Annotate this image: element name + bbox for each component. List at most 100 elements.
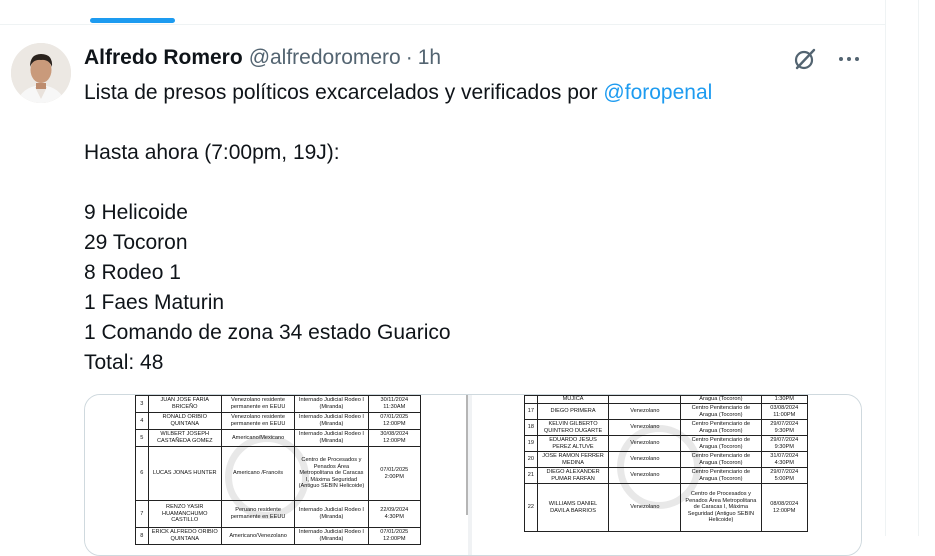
table-cell-nat: Americano/Venezolano: [220, 527, 296, 545]
tweet-text: Lista de presos políticos excarcelados y…: [84, 78, 874, 378]
table-cell-name: WILLIAMS DANIEL DAVILA BARRIOS: [536, 483, 610, 532]
table-cell-n: 19: [524, 435, 538, 452]
table-cell-nat: Venezolano: [608, 467, 682, 484]
table-row: 22 WILLIAMS DANIEL DAVILA BARRIOS Venezola…: [524, 483, 808, 532]
right-rail-divider: [918, 0, 919, 536]
active-tab-indicator: [90, 18, 175, 23]
top-tab-bar: [0, 0, 885, 25]
table-cell-nat: Venezolano: [608, 419, 682, 436]
table-row: 21 DIEGO ALEXANDER PUMAR FARFAN Venezolano…: [524, 467, 808, 484]
table-cell-name: JUAN JOSE FARIA BRICEÑO: [147, 395, 222, 413]
table-cell-date: 07/01/2025 2:00PM: [367, 446, 422, 501]
table-cell-nat: Americano /Francés: [220, 446, 296, 501]
mention-link[interactable]: @foropenal: [603, 81, 712, 104]
table-cell-place: Centro Penitenciario de Aragua (Tocoron): [680, 403, 762, 420]
table-cell-name: EDUARDO JESUS PEREZ ALTUVE: [536, 435, 610, 452]
table-row: 18 KELVIN GILBERTO QUINTERO DUGARTE Venezo…: [524, 419, 808, 436]
table-cell-date: 1:30PM: [760, 395, 808, 404]
table-cell-name: JOSE RAMON FERRER MEDINA: [536, 451, 610, 468]
table-cell-n: [524, 395, 538, 404]
column-divider: [885, 0, 886, 536]
tweet-line: [84, 168, 874, 198]
grok-button[interactable]: [790, 44, 820, 74]
table-cell-place: Internado Judicial Rodeo I (Miranda): [294, 500, 369, 528]
table-cell-n: 4: [135, 412, 149, 430]
media-image-left[interactable]: 3 JUAN JOSE FARIA BRICEÑO Venezolano resid…: [85, 395, 468, 555]
table-row: 4 RONALD ORIBIO QUINTANA Venezolano reside…: [135, 412, 422, 430]
table-cell-name: KELVIN GILBERTO QUINTERO DUGARTE: [536, 419, 610, 436]
table-cell-name: DIEGO PRIMERA: [536, 403, 610, 420]
document-table-right: MUJICA Aragua (Tocoron) 1:30PM 17 DIEGO PRIM…: [524, 395, 808, 532]
table-row: 7 RENZO YASIR HUAMANCHUMO CASTILLO Peruano…: [135, 500, 422, 528]
table-cell-date: 29/07/2024 5:00PM: [760, 467, 808, 484]
table-cell-nat: Americano/Mexicano: [220, 429, 296, 447]
more-icon: [839, 57, 859, 61]
table-cell-date: 30/11/2024 11:30AM: [367, 395, 422, 413]
table-cell-place: Centro de Procesados y Penados Área Metr…: [680, 483, 762, 532]
table-row: 19 EDUARDO JESUS PEREZ ALTUVE Venezolano Ce…: [524, 435, 808, 452]
author-name[interactable]: Alfredo Romero: [84, 46, 243, 70]
table-cell-name: LUCAS JONAS HUNTER: [147, 446, 222, 501]
table-cell-n: 22: [524, 483, 538, 532]
table-cell-nat: [608, 395, 682, 404]
table-row: 5 WILBERT JOSEPH CASTAÑEDA GOMEZ Americano…: [135, 429, 422, 447]
table-cell-nat: Venezolano residente permanente en EEUU: [220, 412, 296, 430]
table-cell-n: 3: [135, 395, 149, 413]
table-cell-nat: Venezolano: [608, 451, 682, 468]
table-cell-date: 08/08/2024 12:00PM: [760, 483, 808, 532]
table-cell-place: Internado Judicial Rodeo I (Miranda): [294, 395, 369, 413]
table-row: 17 DIEGO PRIMERA Venezolano Centro Penitenc…: [524, 403, 808, 420]
table-cell-place: Centro de Procesados y Penados Área Metr…: [294, 446, 369, 501]
table-cell-place: Internado Judicial Rodeo I (Miranda): [294, 527, 369, 545]
table-cell-name: RENZO YASIR HUAMANCHUMO CASTILLO: [147, 500, 222, 528]
author-handle[interactable]: @alfredoromero: [249, 46, 401, 70]
tweet-header: Alfredo Romero @alfredoromero · 1h: [84, 44, 441, 72]
tweet-line: Lista de presos políticos excarcelados y…: [84, 81, 713, 104]
table-cell-date: 29/07/2024 9:30PM: [760, 435, 808, 452]
table-cell-nat: Venezolano: [608, 435, 682, 452]
table-cell-n: 20: [524, 451, 538, 468]
table-cell-name: ERICK ALFREDO ORIBIO QUINTANA: [147, 527, 222, 545]
media-grid: 3 JUAN JOSE FARIA BRICEÑO Venezolano resid…: [84, 394, 862, 556]
table-cell-nat: Peruano residente permanente en EEUU: [220, 500, 296, 528]
more-button[interactable]: [834, 44, 864, 74]
table-cell-date: 31/07/2024 4:30PM: [760, 451, 808, 468]
tweet-line: Total: 48: [84, 351, 164, 374]
table-cell-n: 5: [135, 429, 149, 447]
table-cell-nat: Venezolano residente permanente en EEUU: [220, 395, 296, 413]
image-scrollbar[interactable]: [466, 395, 468, 515]
table-cell-nat: Venezolano: [608, 403, 682, 420]
table-cell-place: Internado Judicial Rodeo I (Miranda): [294, 429, 369, 447]
table-cell-date: 07/01/2025 12:00PM: [367, 412, 422, 430]
table-cell-name: WILBERT JOSEPH CASTAÑEDA GOMEZ: [147, 429, 222, 447]
tweet-line: 29 Tocoron: [84, 231, 188, 254]
tweet-line: 1 Comando de zona 34 estado Guarico: [84, 321, 451, 344]
table-cell-date: 29/07/2024 9:30PM: [760, 419, 808, 436]
grok-icon: [794, 48, 816, 70]
table-cell-n: 7: [135, 500, 149, 528]
table-cell-name: MUJICA: [536, 395, 610, 404]
table-row: 8 ERICK ALFREDO ORIBIO QUINTANA Americano/…: [135, 527, 422, 545]
table-cell-nat: Venezolano: [608, 483, 682, 532]
tweet-line: 1 Faes Maturin: [84, 291, 225, 314]
tweet-line: 9 Helicoide: [84, 201, 188, 224]
document-table-left: 3 JUAN JOSE FARIA BRICEÑO Venezolano resid…: [135, 395, 422, 545]
table-cell-place: Centro Penitenciario de Aragua (Tocoron): [680, 435, 762, 452]
table-row: 3 JUAN JOSE FARIA BRICEÑO Venezolano resid…: [135, 395, 422, 413]
tweet-time[interactable]: 1h: [418, 46, 441, 70]
table-cell-n: 6: [135, 446, 149, 501]
table-cell-n: 21: [524, 467, 538, 484]
avatar[interactable]: [11, 43, 71, 103]
table-cell-date: 30/08/2024 12:00PM: [367, 429, 422, 447]
tweet-line: [84, 108, 874, 138]
table-cell-n: 8: [135, 527, 149, 545]
table-cell-n: 18: [524, 419, 538, 436]
table-cell-date: 22/09/2024 4:30PM: [367, 500, 422, 528]
separator-dot: ·: [405, 46, 413, 69]
table-cell-n: 17: [524, 403, 538, 420]
table-cell-place: Centro Penitenciario de Aragua (Tocoron): [680, 451, 762, 468]
table-cell-place: Aragua (Tocoron): [680, 395, 762, 404]
avatar-image: [11, 43, 71, 103]
table-cell-place: Centro Penitenciario de Aragua (Tocoron): [680, 419, 762, 436]
media-image-right[interactable]: MUJICA Aragua (Tocoron) 1:30PM 17 DIEGO PRIM…: [472, 395, 861, 555]
